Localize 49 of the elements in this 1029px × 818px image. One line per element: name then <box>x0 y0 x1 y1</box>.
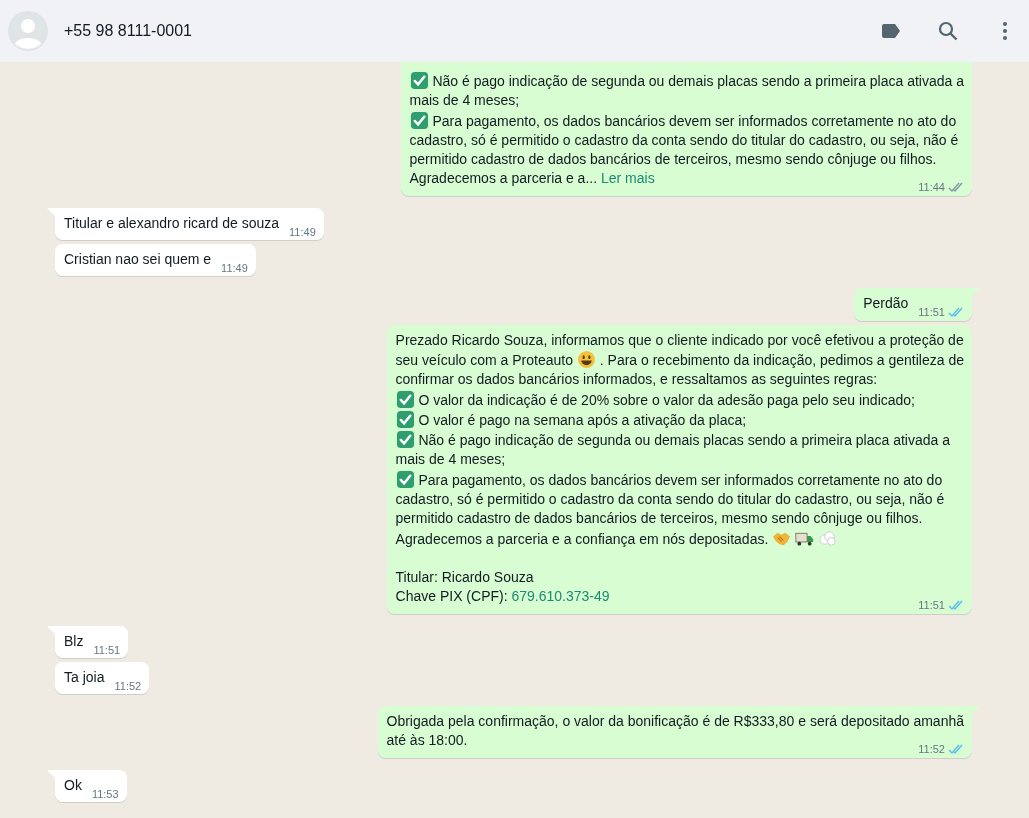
message-text: seu veículo com a Proteauto <box>395 351 573 368</box>
message-time: 11:44 <box>918 180 945 196</box>
checkbox-icon <box>395 430 415 450</box>
message-time: 11:52 <box>114 678 142 694</box>
message-time: 11:53 <box>91 786 119 802</box>
dash-icon <box>818 528 837 548</box>
message-text: Ok <box>64 776 82 793</box>
message-text: permitido cadastro de dados bancários de terceiros, mesmo sendo cônjuge ou filhos. <box>395 510 923 527</box>
message-text: Titular: Ricardo Souza <box>395 568 534 585</box>
message-time: 11:52 <box>918 742 945 758</box>
message-text: Para pagamento, os dados bancários devem ser informados corretamente no ato do <box>418 471 943 488</box>
message-text: mais de 4 meses; <box>409 92 520 109</box>
message-text: Blz <box>64 632 84 649</box>
smiley-icon <box>576 349 596 369</box>
message-time: 11:51 <box>918 305 945 321</box>
message-text: Agradecemos a parceria e a... <box>409 170 598 187</box>
message-text: Perdão <box>863 295 909 312</box>
message-text: Agradecemos a parceria e a confiança em nós depositadas. <box>395 530 769 547</box>
message-text: permitido cadastro de dados bancários de terceiros, mesmo sendo cônjuge ou filhos. <box>409 151 937 168</box>
message-link[interactable]: 679.610.373-49 <box>511 588 610 605</box>
message-text: Obrigada pela confirmação, o valor da bonificação é de R$333,80 e será depositado amanhã <box>386 713 964 730</box>
message-text: cadastro, só é permitido o cadastro da conta sendo do titular do cadastro, ou seja, não é <box>395 491 945 508</box>
message-text: Chave PIX (CPF): <box>395 588 508 605</box>
message-time: 11:49 <box>289 224 316 240</box>
message-text: Cristian nao sei quem e <box>64 251 212 268</box>
message-text: Não é pago indicação de segunda ou demais placas sendo a primeira placa ativada a <box>418 432 950 449</box>
checkbox-icon <box>395 469 415 489</box>
message-text: . Para o recebimento da indicação, pedimos a gentileza de <box>599 351 964 368</box>
message-time: 11:51 <box>918 598 945 614</box>
message-text: Para pagamento, os dados bancários devem ser informados corretamente no ato do <box>432 112 957 129</box>
message-text: mais de 4 meses; <box>395 451 506 468</box>
checkbox-icon <box>395 389 415 409</box>
message-text: O valor da indicação é de 20% sobre o valor da adesão paga pelo seu indicado; <box>418 391 915 408</box>
search-icon[interactable] <box>936 19 960 43</box>
message-text: Não é pago indicação de segunda ou demais placas sendo a primeira placa ativada a <box>432 73 964 89</box>
contact-name[interactable]: +55 98 8111-0001 <box>64 22 192 40</box>
message-text: até às 18:00. <box>386 732 468 749</box>
checkbox-icon <box>409 71 429 90</box>
message-text: confirmar os dados bancários informados, e ressaltamos as seguintes regras: <box>395 371 878 388</box>
checkbox-icon <box>409 110 429 130</box>
checkbox-icon <box>395 409 415 429</box>
message-text: O valor é pago na semana após a ativação da placa; <box>418 411 747 428</box>
message-text: Prezado Ricardo Souza, informamos que o cliente indicado por você efetivou a proteção de <box>395 331 964 348</box>
message-time: 11:49 <box>221 261 248 277</box>
message-time: 11:51 <box>93 642 121 658</box>
message-link[interactable]: Ler mais <box>600 170 655 187</box>
message-text: cadastro, só é permitido o cadastro da conta sendo do titular do cadastro, ou seja, não é <box>409 131 959 148</box>
message-text: Titular e alexandro ricard de souza <box>64 214 280 231</box>
message-text: Ta joia <box>64 668 105 685</box>
